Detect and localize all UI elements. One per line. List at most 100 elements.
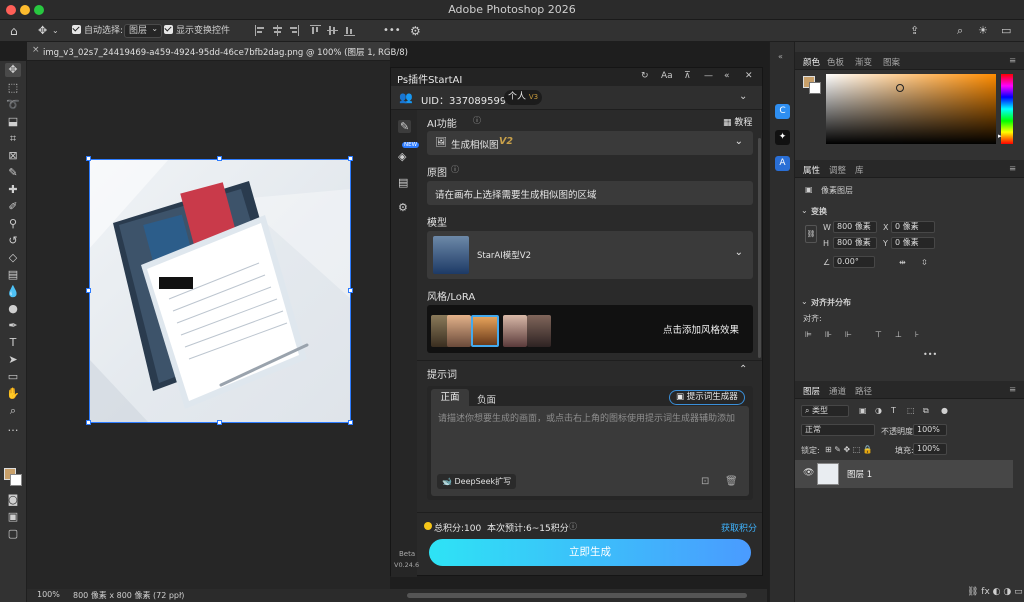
show-transform-checkbox[interactable]: 显示变换控件	[164, 23, 230, 39]
tab-adjustments[interactable]: 调整	[829, 164, 846, 176]
pen-tool-icon[interactable]: ✒	[5, 319, 21, 333]
style-lora-picker[interactable]: 点击添加风格效果	[427, 305, 753, 353]
lock-icons[interactable]: ⊞ ✎ ✥ ⬚ 🔒	[825, 445, 873, 454]
color-picker-handle[interactable]	[896, 84, 904, 92]
transform-handle-bottom-left[interactable]	[86, 420, 91, 425]
blend-mode-select[interactable]: 正常	[801, 424, 875, 436]
tab-paths[interactable]: 路径	[855, 385, 872, 397]
model-select[interactable]: StarAI模型V2 ⌄	[427, 231, 753, 279]
chevron-down-icon[interactable]: ⌄	[739, 91, 747, 102]
move-tool-icon[interactable]: ✥	[38, 23, 47, 39]
tutorial-link[interactable]: ▦ 教程	[723, 115, 752, 128]
clipboard-icon[interactable]: ▤	[398, 176, 408, 189]
filter-adjust-icon[interactable]: ◑	[875, 406, 882, 415]
fill-input[interactable]: 100%	[913, 443, 947, 455]
more-options-icon[interactable]: •••	[923, 350, 937, 359]
type-tool-icon[interactable]: T	[5, 336, 21, 350]
panel-menu-icon[interactable]: ≡	[1009, 164, 1016, 174]
stamp-tool-icon[interactable]: ⚲	[5, 217, 21, 231]
align-top-icon[interactable]: ⊤	[875, 330, 882, 339]
search-icon[interactable]: ⌕	[957, 23, 963, 39]
close-tab-icon[interactable]: ×	[32, 45, 40, 55]
screen-mode-icon[interactable]: ▣	[5, 510, 21, 524]
filter-smart-icon[interactable]: ⧉	[923, 406, 929, 416]
deepseek-expand-button[interactable]: 🐋 DeepSeek扩写	[437, 474, 517, 489]
artboard-icon[interactable]: ▢	[5, 527, 21, 541]
filter-pixel-icon[interactable]: ▣	[859, 406, 867, 415]
flip-horizontal-icon[interactable]: ⇹	[899, 258, 906, 267]
chevron-down-icon[interactable]: ⌄	[801, 206, 808, 215]
tab-patterns[interactable]: 图案	[883, 56, 900, 68]
zoom-level[interactable]: 100%	[37, 590, 60, 599]
tab-gradients[interactable]: 渐变	[855, 56, 872, 68]
more-tools-icon[interactable]: …	[5, 421, 21, 435]
align-right-icon[interactable]	[289, 25, 299, 36]
info-icon[interactable]: ⓘ	[473, 115, 481, 126]
refresh-icon[interactable]: ↻	[641, 71, 649, 81]
gradient-tool-icon[interactable]: ▤	[5, 268, 21, 282]
layer-filter-select[interactable]: ⌕ 类型	[801, 405, 849, 417]
transform-handle-bottom-right[interactable]	[348, 420, 353, 425]
tab-libraries[interactable]: 库	[855, 164, 864, 176]
frame-tool-icon[interactable]: ⊠	[5, 149, 21, 163]
tab-color[interactable]: 颜色	[803, 56, 820, 68]
canvas-image[interactable]	[89, 159, 351, 423]
document-tab[interactable]: × img_v3_02s7_24419469-a459-4924-95dd-46…	[27, 42, 408, 61]
function-select[interactable]: 🖼 生成相似图 V2 ⌄	[427, 131, 753, 155]
y-input[interactable]: 0 像素	[891, 237, 935, 249]
plugin-scrollbar[interactable]	[758, 138, 761, 358]
gear-icon[interactable]: ⚙	[410, 23, 421, 39]
lasso-tool-icon[interactable]: ➰	[5, 98, 21, 112]
workspace-icon[interactable]: ▭	[1001, 23, 1011, 39]
prompt-editor[interactable]: 请描述你想要生成的画面，或点击右上角的图标使用提示词生成器辅助添加 🐋 Deep…	[431, 406, 749, 496]
ai-plugin-icon[interactable]: A	[775, 156, 790, 171]
width-input[interactable]: 800 像素	[833, 221, 877, 233]
tab-positive[interactable]: 正面	[431, 389, 469, 406]
startai-icon[interactable]: C	[775, 104, 790, 119]
info-icon[interactable]: ⓘ	[451, 164, 459, 175]
filter-type-icon[interactable]: T	[891, 406, 896, 415]
align-hcenter-icon[interactable]	[272, 25, 282, 36]
collapse-icon[interactable]: «	[724, 71, 730, 81]
transform-handle-top[interactable]	[217, 156, 222, 161]
align-hcenter-icon[interactable]: ⊪	[825, 330, 832, 339]
generate-button[interactable]: 立即生成	[429, 539, 751, 566]
height-input[interactable]: 800 像素	[833, 237, 877, 249]
hue-slider[interactable]: ▸	[998, 74, 1013, 144]
tab-negative[interactable]: 负面	[477, 392, 496, 406]
layer-name[interactable]: 图层 1	[847, 468, 872, 480]
layer-row[interactable]: 👁 图层 1	[795, 460, 1013, 488]
crop-tool-icon[interactable]: ⌗	[5, 132, 21, 146]
align-vcenter-icon[interactable]	[327, 25, 338, 36]
prompt-generator-button[interactable]: ▣ 提示词生成器	[669, 390, 745, 405]
home-icon[interactable]: ⌂	[10, 23, 18, 39]
eraser-tool-icon[interactable]: ◇	[5, 251, 21, 265]
layers-icon[interactable]: ◈	[398, 150, 406, 163]
dodge-tool-icon[interactable]: ●	[5, 302, 21, 316]
background-color-swatch[interactable]	[10, 474, 22, 486]
eye-icon[interactable]: 👁	[803, 468, 814, 478]
auto-select-checkbox[interactable]: 自动选择:	[72, 23, 123, 39]
hand-tool-icon[interactable]: ✋	[5, 387, 21, 401]
chevron-down-icon[interactable]: ⌄	[52, 23, 59, 39]
info-icon[interactable]: ⓘ	[569, 521, 577, 532]
tab-layers[interactable]: 图层	[803, 385, 820, 397]
panel-menu-icon[interactable]: ≡	[1009, 56, 1016, 66]
source-image-box[interactable]: 请在画布上选择需要生成相似图的区域	[427, 181, 753, 205]
color-picker-field[interactable]	[826, 74, 996, 144]
tab-swatches[interactable]: 色板	[827, 56, 844, 68]
align-top-icon[interactable]	[310, 25, 321, 36]
horizontal-scrollbar[interactable]	[407, 593, 747, 598]
angle-input[interactable]: 0.00°	[833, 256, 875, 268]
brush-tool-icon[interactable]: ✐	[5, 200, 21, 214]
align-bottom-icon[interactable]: ⊦	[915, 330, 919, 339]
get-points-link[interactable]: 获取积分	[721, 521, 757, 534]
align-vcenter-icon[interactable]: ⊥	[895, 330, 902, 339]
panel-menu-icon[interactable]: ≡	[1009, 385, 1016, 395]
flip-vertical-icon[interactable]: ⇳	[921, 258, 928, 267]
path-select-tool-icon[interactable]: ➤	[5, 353, 21, 367]
link-dimensions-icon[interactable]: ⛓	[805, 225, 817, 243]
marquee-tool-icon[interactable]: ⬚	[5, 81, 21, 95]
chevron-up-icon[interactable]: ⌃	[739, 364, 747, 375]
x-input[interactable]: 0 像素	[891, 221, 935, 233]
